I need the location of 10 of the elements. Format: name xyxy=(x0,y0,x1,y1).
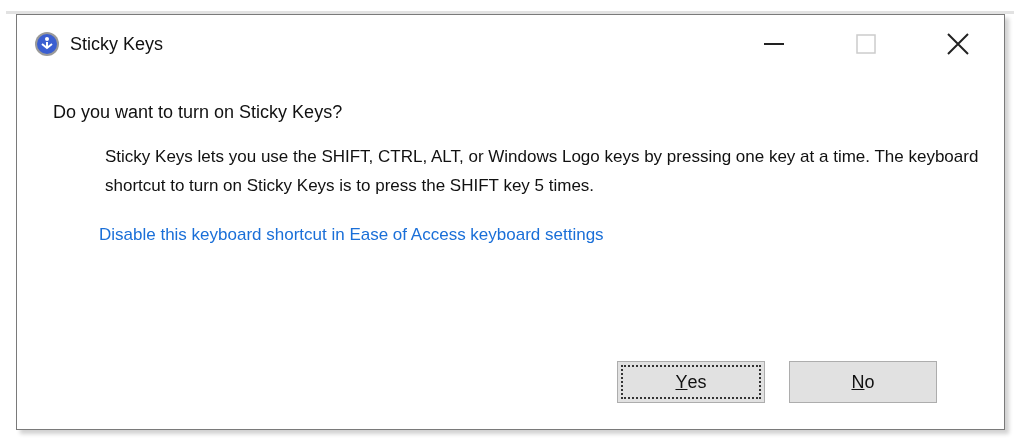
settings-link[interactable]: Disable this keyboard shortcut in Ease of Access keyboard settings xyxy=(99,222,604,248)
dialog-button[interactable]: No xyxy=(789,361,937,403)
window-title: Sticky Keys xyxy=(70,32,164,56)
close-icon xyxy=(947,33,969,55)
accessibility-icon xyxy=(34,31,60,57)
maximize-icon xyxy=(856,34,876,54)
minimize-icon xyxy=(764,43,784,45)
dialog-button[interactable]: Yes xyxy=(617,361,765,403)
question-text: Do you want to turn on Sticky Keys? xyxy=(53,101,344,124)
description-text: Sticky Keys lets you use the SHIFT, CTRL, ALT, or Windows Logo keys by pressing one key at a time. The keyboard shortcut to turn on Sticky Keys is to press the SHIFT key 5 times. xyxy=(105,146,980,197)
